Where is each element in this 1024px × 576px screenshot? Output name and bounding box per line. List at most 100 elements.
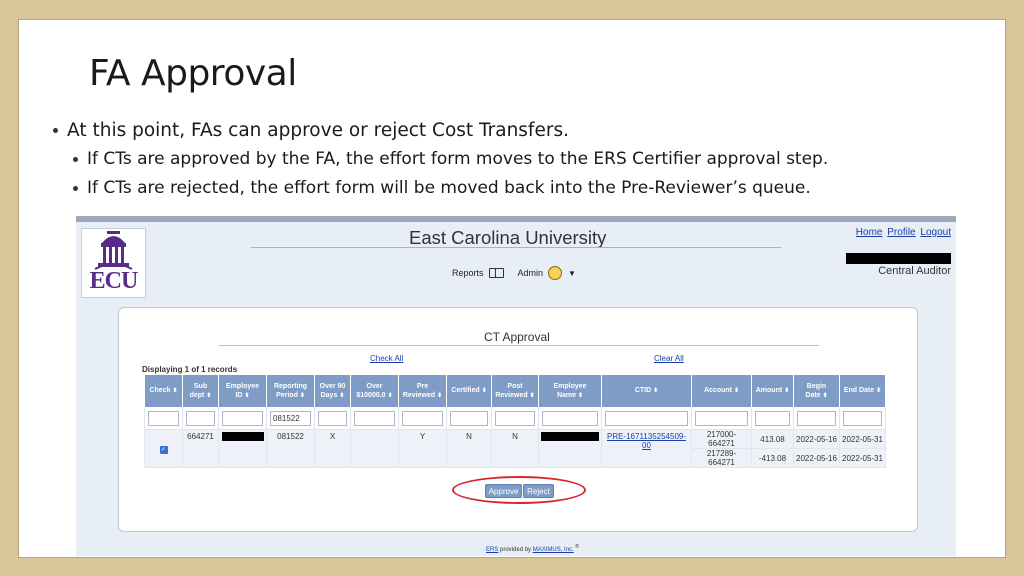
redacted-employee-id [221, 432, 264, 442]
profile-link[interactable]: Profile [887, 227, 915, 238]
maximus-link[interactable]: MAXIMUS, Inc. [533, 547, 574, 553]
clock-icon [548, 266, 563, 280]
col-amount[interactable]: Amount ⬍ [751, 374, 794, 408]
col-ctid[interactable]: CTID ⬍ [601, 374, 692, 408]
filter-row: 081522 [144, 407, 886, 430]
admin-label: Admin [517, 268, 544, 278]
ct-approval-title: CT Approval [484, 330, 550, 344]
ct-table: Check ⬍ Sub dept ⬍ Employee ID ⬍ Reporting … [144, 374, 886, 468]
filter-input-post-reviewed[interactable] [495, 411, 535, 426]
admin-menu[interactable]: Admin ▼ [518, 266, 576, 280]
cell-post-reviewed: N [491, 429, 539, 468]
ct-title-divider [219, 345, 819, 346]
sort-icon: ⬍ [172, 388, 178, 395]
title-divider [251, 247, 781, 248]
ers-link[interactable]: ERS [486, 547, 498, 553]
sort-icon: ⬍ [244, 393, 250, 399]
bullet-dot-icon [73, 156, 78, 162]
check-all-link[interactable]: Check All [370, 354, 403, 363]
filter-input-amount[interactable] [755, 411, 790, 426]
row-checkbox[interactable]: ✓ [159, 445, 168, 454]
filter-input-begin-date[interactable] [797, 411, 836, 426]
filter-input-check[interactable] [148, 411, 179, 426]
filter-input-end-date[interactable] [843, 411, 882, 426]
slide-title: FA Approval [89, 53, 297, 94]
footer-text: provided by [498, 547, 533, 553]
sort-icon: ⬍ [653, 388, 659, 395]
col-certified[interactable]: Certified ⬍ [446, 374, 492, 408]
cell-employee-name [538, 429, 602, 468]
col-post-reviewed[interactable]: Post Reviewed ⬍ [491, 374, 539, 408]
cell-reporting-period: 081522 [266, 429, 315, 468]
cell-certified: N [446, 429, 492, 468]
sort-icon: ⬍ [578, 393, 584, 399]
sort-icon: ⬍ [206, 393, 212, 399]
cell-end-date: 2022-05-31 [839, 429, 886, 449]
ctid-link[interactable]: PRE-1671135254509-00 [607, 432, 686, 450]
bullet-sub-1: If CTs are approved by the FA, the effor… [73, 149, 828, 169]
sort-icon: ⬍ [387, 393, 393, 399]
col-over-90-days[interactable]: Over 90 Days ⬍ [314, 374, 351, 408]
col-begin-date[interactable]: Begin Date ⬍ [793, 374, 840, 408]
col-employee-id[interactable]: Employee ID ⬍ [218, 374, 267, 408]
bullet-main-text: At this point, FAs can approve or reject… [67, 120, 569, 141]
reports-menu[interactable]: Reports [452, 268, 504, 278]
col-pre-reviewed[interactable]: Pre Reviewed ⬍ [398, 374, 447, 408]
col-check[interactable]: Check ⬍ [144, 374, 183, 408]
approve-button[interactable]: Approve [485, 484, 522, 498]
filter-input-over-90[interactable] [318, 411, 347, 426]
filter-input-sub-dept[interactable] [186, 411, 215, 426]
sort-icon: ⬍ [733, 388, 740, 395]
col-sub-dept[interactable]: Sub dept ⬍ [182, 374, 219, 408]
caret-down-icon: ▼ [568, 268, 576, 278]
bullet-list: At this point, FAs can approve or reject… [53, 120, 828, 198]
cell-pre-reviewed: Y [398, 429, 447, 468]
user-role: Central Auditor [878, 265, 951, 277]
filter-input-reporting-period[interactable]: 081522 [270, 411, 311, 426]
table-header-row: Check ⬍ Sub dept ⬍ Employee ID ⬍ Reporting … [144, 374, 886, 408]
cell-employee-id [218, 429, 267, 468]
bullet-sub-2-text: If CTs are rejected, the effort form wil… [87, 178, 811, 198]
bullet-main: At this point, FAs can approve or reject… [53, 120, 828, 141]
col-over-10000[interactable]: Over $10000.0 ⬍ [350, 374, 399, 408]
cell-over-10000 [350, 429, 399, 468]
cell-begin-date: 2022-05-16 [793, 448, 840, 468]
sort-icon: ⬍ [339, 393, 345, 399]
sort-icon: ⬍ [822, 393, 828, 399]
filter-input-employee-name[interactable] [542, 411, 598, 426]
reject-button[interactable]: Reject [523, 484, 554, 498]
top-links: Home Profile Logout [854, 227, 951, 238]
filter-input-employee-id[interactable] [222, 411, 263, 426]
filter-input-account[interactable] [695, 411, 748, 426]
cell-end-date: 2022-05-31 [839, 448, 886, 468]
table-row: ✓ 664271 081522 X Y N N PRE-167113525450… [144, 429, 886, 468]
col-end-date[interactable]: End Date ⬍ [839, 374, 886, 408]
ers-screenshot: ECU East Carolina University Home Profil… [76, 216, 956, 556]
bullet-sub-2: If CTs are rejected, the effort form wil… [73, 178, 828, 198]
main-menu: Reports Admin ▼ [452, 266, 590, 280]
ct-approval-panel: CT Approval Check All Clear All Displayi… [118, 307, 918, 532]
book-icon [488, 268, 504, 278]
col-employee-name[interactable]: Employee Name ⬍ [538, 374, 602, 408]
cell-sub-dept: 664271 [182, 429, 219, 468]
footer: ERS provided by MAXIMUS, Inc. ® [486, 544, 579, 553]
filter-input-over-10000[interactable] [354, 411, 395, 426]
sort-icon: ⬍ [481, 388, 487, 395]
col-reporting-period[interactable]: Reporting Period ⬍ [266, 374, 315, 408]
bullet-dot-icon [53, 128, 58, 133]
sort-icon: ⬍ [437, 393, 443, 399]
filter-input-certified[interactable] [450, 411, 488, 426]
cell-ctid: PRE-1671135254509-00 [601, 429, 692, 468]
logout-link[interactable]: Logout [920, 227, 951, 238]
clear-all-link[interactable]: Clear All [654, 354, 684, 363]
filter-input-ctid[interactable] [605, 411, 688, 426]
sort-icon: ⬍ [299, 393, 305, 399]
home-link[interactable]: Home [856, 227, 883, 238]
cell-begin-date: 2022-05-16 [793, 429, 840, 449]
col-account[interactable]: Account ⬍ [691, 374, 752, 408]
sort-icon: ⬍ [529, 393, 535, 399]
cell-amount: 413.08 [751, 429, 794, 449]
filter-input-pre-reviewed[interactable] [402, 411, 443, 426]
bullet-sub-1-text: If CTs are approved by the FA, the effor… [87, 149, 829, 169]
registered-mark: ® [573, 544, 579, 550]
